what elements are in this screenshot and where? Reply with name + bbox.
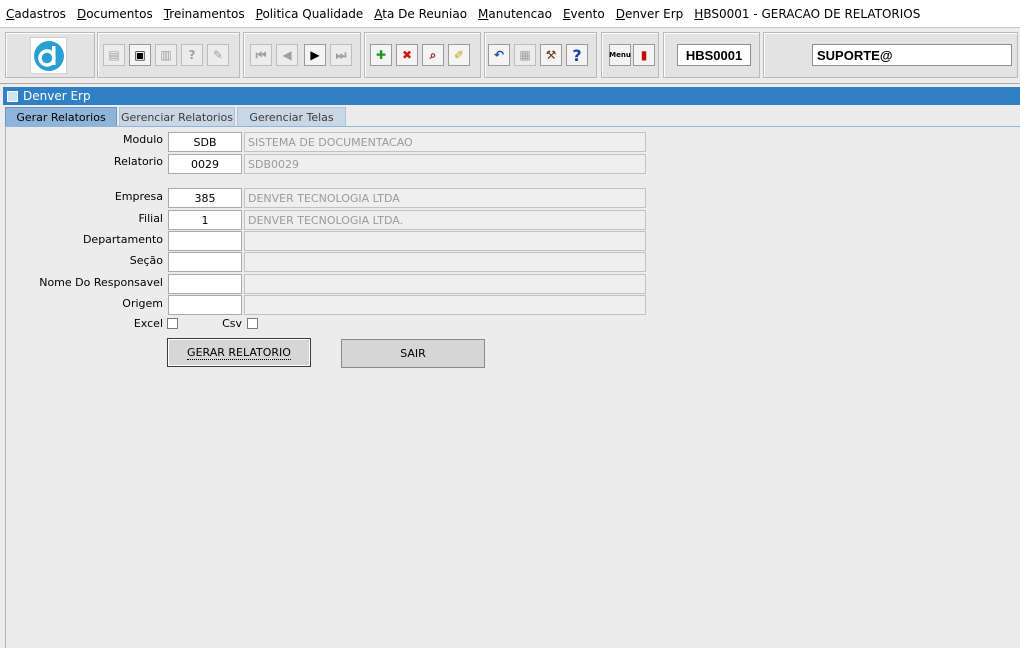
clear-icon[interactable]: ✐ xyxy=(448,44,470,66)
filial-description: DENVER TECNOLOGIA LTDA. xyxy=(244,210,646,230)
filial-label: Filial xyxy=(138,212,164,225)
menu-cadastros[interactable]: Cadastros xyxy=(6,7,66,21)
relatorio-label: Relatorio xyxy=(113,155,163,168)
departamento-label: Departamento xyxy=(82,233,163,246)
print-preview-icon[interactable]: ▣ xyxy=(129,44,151,66)
excel-checkbox[interactable] xyxy=(167,318,178,329)
modulo-code-field[interactable]: SDB xyxy=(168,132,242,152)
edit-icon[interactable]: ✎ xyxy=(207,44,229,66)
departamento-description xyxy=(244,231,646,251)
help-query-icon[interactable]: ? xyxy=(181,44,203,66)
tab-gerar-relatorios[interactable]: Gerar Relatorios xyxy=(5,107,117,127)
secao-description xyxy=(244,252,646,272)
secao-code-field[interactable] xyxy=(168,252,242,272)
responsavel-label: Nome Do Responsavel xyxy=(39,276,163,289)
origem-label: Origem xyxy=(122,297,163,310)
search-icon[interactable]: ⌕ xyxy=(422,44,444,66)
sair-button[interactable]: SAIR xyxy=(341,339,485,368)
relatorio-description: SDB0029 xyxy=(244,154,646,174)
menu-documentos[interactable]: Documentos xyxy=(77,7,153,21)
tools-icon[interactable]: ⚒ xyxy=(540,44,562,66)
menu-evento[interactable]: Evento xyxy=(563,7,605,21)
menu-icon[interactable]: Menu xyxy=(609,44,631,66)
empresa-label: Empresa xyxy=(114,190,163,203)
responsavel-description xyxy=(244,274,646,294)
modulo-label: Modulo xyxy=(123,133,163,146)
delete-icon[interactable]: ✖ xyxy=(396,44,418,66)
undo-icon[interactable]: ↶ xyxy=(488,44,510,66)
screen-code-field: HBS0001 xyxy=(677,44,751,66)
add-icon[interactable]: ✚ xyxy=(370,44,392,66)
empresa-description: DENVER TECNOLOGIA LTDA xyxy=(244,188,646,208)
previous-record-icon[interactable]: ◀ xyxy=(276,44,298,66)
filial-code-field[interactable]: 1 xyxy=(168,210,242,230)
window-title: Denver Erp xyxy=(23,89,91,103)
gerar-relatorio-button[interactable]: GERAR RELATORIO xyxy=(167,338,311,367)
help-icon[interactable]: ? xyxy=(566,44,588,66)
csv-checkbox[interactable] xyxy=(247,318,258,329)
origem-description xyxy=(244,295,646,315)
window-titlebar: Denver Erp xyxy=(3,87,1020,105)
tab-gerenciar-telas[interactable]: Gerenciar Telas xyxy=(237,107,346,127)
toolbar: ▤ ▣ ▥ ? ✎ ⏮ ◀ ▶ ⏭ ✚ ✖ ⌕ ✐ ↶ ▦ ⚒ ? Menu ▮… xyxy=(0,28,1020,84)
menu-hbs0001[interactable]: HBS0001 - GERACAO DE RELATORIOS xyxy=(694,7,920,21)
menu-bar: Cadastros Documentos Treinamentos Politi… xyxy=(0,0,1020,28)
menu-politica-qualidade[interactable]: Politica Qualidade xyxy=(256,7,364,21)
csv-label: Csv xyxy=(222,317,242,330)
print-icon[interactable]: ▥ xyxy=(155,44,177,66)
window-icon xyxy=(7,90,18,102)
menu-ata-de-reuniao[interactable]: Ata De Reuniao xyxy=(374,7,467,21)
last-record-icon[interactable]: ⏭ xyxy=(330,44,352,66)
menu-manutencao[interactable]: Manutencao xyxy=(478,7,552,21)
save-icon[interactable]: ▤ xyxy=(103,44,125,66)
next-record-icon[interactable]: ▶ xyxy=(304,44,326,66)
tab-gerenciar-relatorios[interactable]: Gerenciar Relatorios xyxy=(119,107,235,127)
empresa-code-field[interactable]: 385 xyxy=(168,188,242,208)
excel-label: Excel xyxy=(133,317,163,330)
denver-logo-icon xyxy=(30,37,67,74)
menu-treinamentos[interactable]: Treinamentos xyxy=(164,7,245,21)
departamento-code-field[interactable] xyxy=(168,231,242,251)
menu-denver-erp[interactable]: Denver Erp xyxy=(616,7,684,21)
gerar-relatorio-label: GERAR RELATORIO xyxy=(187,345,291,360)
relatorio-code-field[interactable]: 0029 xyxy=(168,154,242,174)
responsavel-code-field[interactable] xyxy=(168,274,242,294)
origem-code-field[interactable] xyxy=(168,295,242,315)
clipboard-icon[interactable]: ▦ xyxy=(514,44,536,66)
first-record-icon[interactable]: ⏮ xyxy=(250,44,272,66)
secao-label: Seção xyxy=(129,254,163,267)
user-field: SUPORTE@ xyxy=(812,44,1012,66)
exit-icon[interactable]: ▮ xyxy=(633,44,655,66)
modulo-description: SISTEMA DE DOCUMENTACAO xyxy=(244,132,646,152)
